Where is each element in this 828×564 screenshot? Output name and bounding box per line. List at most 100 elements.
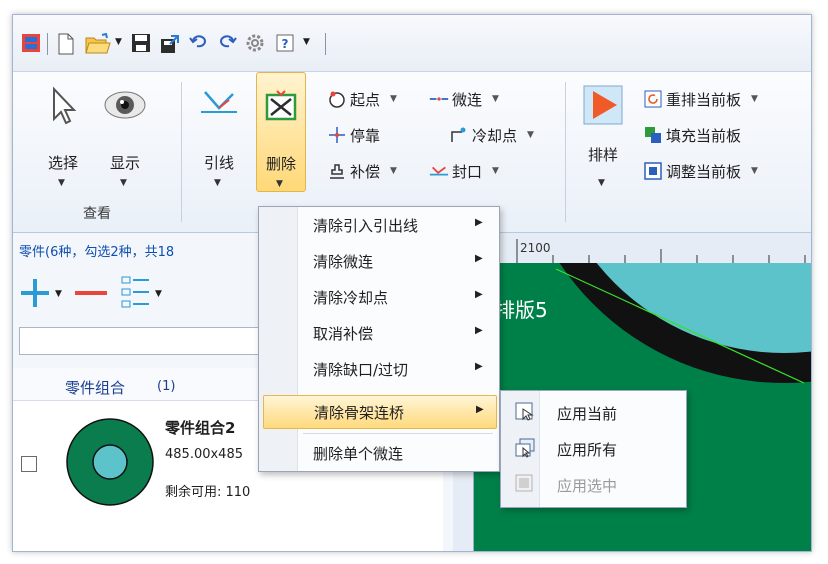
start-point-label: 起点 [350,90,381,109]
micro-joint-dropdown-icon: ▼ [492,94,499,104]
submenu-arrow-icon: ▶ [475,361,483,372]
submenu-arrow-icon: ▶ [476,404,484,415]
lead-line-dropdown-icon: ▼ [214,178,221,188]
menu-item-clear-cooling-points[interactable]: 清除冷却点 ▶ [263,281,495,313]
apply-current-icon [515,402,535,422]
list-view-dropdown-icon[interactable]: ▼ [155,289,162,299]
export-icon[interactable] [159,33,181,55]
part-thumbnail-icon [65,417,155,511]
micro-joint-button[interactable]: 微连 ▼ [429,86,499,112]
adjust-sheet-label: 调整当前板 [666,162,742,181]
micro-joint-icon [429,89,449,109]
list-view-icon[interactable] [121,275,151,313]
submenu-apply-all[interactable]: 应用所有 [505,431,682,465]
compensate-label: 补偿 [350,162,381,181]
part-item-title: 零件组合2 [165,419,236,437]
submenu-apply-selected[interactable]: 应用选中 [505,467,682,501]
open-dropdown-icon[interactable]: ▼ [115,37,122,47]
add-part-dropdown-icon[interactable]: ▼ [55,289,62,299]
save-icon[interactable] [131,33,151,53]
nest-button[interactable]: 排样 ▼ [579,72,627,190]
redo-icon[interactable] [217,33,237,49]
view-group-label: 查看 [83,206,111,222]
delete-label: 删除 [265,155,296,173]
sheet-label: 排版5 [495,298,548,322]
lead-line-icon [195,80,243,130]
delete-dropdown-icon: ▼ [276,179,283,189]
apply-selected-icon [515,474,535,494]
cooling-point-button[interactable]: 冷却点 ▼ [449,122,534,148]
fill-sheet-button[interactable]: 填充当前板 [643,122,741,148]
undo-icon[interactable] [189,33,209,49]
remove-part-icon[interactable] [73,277,109,313]
skeleton-bridge-submenu: 应用当前 应用所有 应用选中 [500,390,687,508]
nest-dropdown-icon: ▼ [598,178,605,188]
adjust-sheet-button[interactable]: 调整当前板 ▼ [643,158,758,184]
show-button[interactable]: 显示 ▼ [101,72,149,190]
app-logo-icon[interactable] [21,33,41,53]
help-icon[interactable]: ? [275,33,295,53]
open-folder-icon[interactable] [85,33,111,55]
new-file-icon[interactable] [57,33,75,55]
apply-all-icon [515,438,535,458]
select-label: 选择 [47,154,78,172]
nest-play-icon [579,80,627,130]
cooling-point-label: 冷却点 [472,126,518,145]
lead-line-button[interactable]: 引线 ▼ [195,72,243,190]
settings-gear-icon[interactable] [245,33,265,53]
add-part-icon[interactable] [19,277,51,313]
seal-button[interactable]: 封口 ▼ [429,158,499,184]
submenu-arrow-icon: ▶ [475,289,483,300]
cooling-point-dropdown-icon: ▼ [527,130,534,140]
menu-item-clear-skeleton-bridges[interactable]: 清除骨架连桥 ▶ [263,395,497,429]
seal-icon [429,161,449,181]
parts-search-input[interactable] [19,327,266,355]
part-group-count: (1) [157,379,176,394]
eye-icon [101,80,149,130]
nest-label: 排样 [587,146,618,164]
micro-joint-label: 微连 [452,90,483,109]
customize-dropdown-icon[interactable]: ▼ [303,37,310,47]
dock-button[interactable]: 停靠 [327,122,380,148]
adjust-sheet-icon [643,161,663,181]
fill-sheet-label: 填充当前板 [666,126,742,145]
svg-text:?: ? [282,37,289,51]
seal-dropdown-icon: ▼ [492,166,499,176]
show-dropdown-icon: ▼ [120,178,127,188]
cursor-arrow-icon [39,80,87,130]
parts-panel-header: 零件(6种，勾选2种，共18 [13,233,273,261]
dock-label: 停靠 [350,126,381,145]
part-item-remaining: 剩余可用: 110 [165,485,251,500]
parts-summary-text: 零件(6种，勾选2种，共18 [19,245,175,260]
menu-item-clear-lead-lines[interactable]: 清除引入引出线 ▶ [263,209,495,241]
select-button[interactable]: 选择 ▼ [39,72,87,190]
submenu-apply-current[interactable]: 应用当前 [505,395,682,429]
submenu-arrow-icon: ▶ [475,253,483,264]
horizontal-ruler [453,233,811,264]
re-nest-button[interactable]: 重排当前板 ▼ [643,86,758,112]
adjust-sheet-dropdown-icon: ▼ [751,166,758,176]
refresh-sheet-icon [643,89,663,109]
part-item-checkbox[interactable] [21,456,37,472]
re-nest-label: 重排当前板 [666,90,742,109]
fill-sheet-icon [643,125,663,145]
show-label: 显示 [109,154,140,172]
ruler-label: 2100 [520,241,551,255]
cooling-point-icon [449,125,469,145]
parts-toolbar: ▼ ▼ [13,271,273,317]
menu-item-clear-micro-joints[interactable]: 清除微连 ▶ [263,245,495,277]
start-point-button[interactable]: 起点 ▼ [327,86,397,112]
menu-item-delete-single-micro-joint[interactable]: 删除单个微连 [263,437,495,469]
menu-item-clear-gaps-overcuts[interactable]: 清除缺口/过切 ▶ [263,353,495,385]
submenu-arrow-icon: ▶ [475,325,483,336]
delete-button[interactable]: 删除 ▼ [256,72,306,192]
menu-item-cancel-compensation[interactable]: 取消补偿 ▶ [263,317,495,349]
compensate-icon [327,161,347,181]
compensate-button[interactable]: 补偿 ▼ [327,158,397,184]
delete-crossed-box-icon [257,81,305,131]
select-dropdown-icon: ▼ [58,178,65,188]
lead-line-label: 引线 [203,154,234,172]
start-point-dropdown-icon: ▼ [390,94,397,104]
delete-dropdown-menu: 清除引入引出线 ▶ 清除微连 ▶ 清除冷却点 ▶ 取消补偿 ▶ 清除缺口/过切 … [258,206,500,472]
quick-access-toolbar: ▼ ? ▼ [13,15,811,72]
